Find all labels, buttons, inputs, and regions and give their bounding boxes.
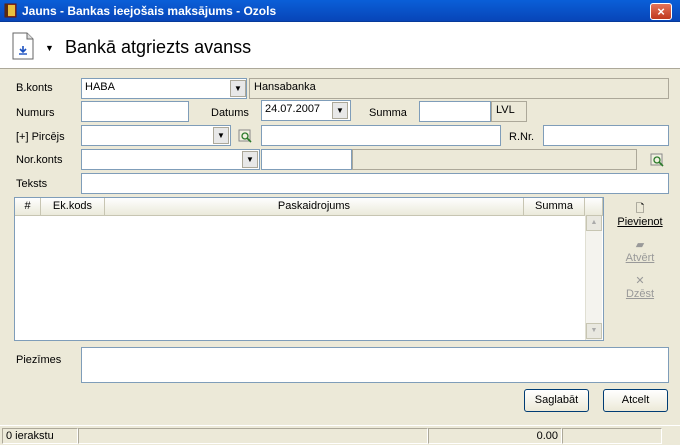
pircejs-label: [+] Pircējs xyxy=(16,131,65,143)
teksts-label: Teksts xyxy=(16,178,48,190)
open-line-button[interactable]: ▰ Atvērt xyxy=(610,238,670,264)
scroll-down-icon[interactable]: ▼ xyxy=(586,323,602,339)
numurs-label: Numurs xyxy=(16,107,55,119)
app-book-icon xyxy=(4,3,17,18)
rnr-label: R.Nr. xyxy=(509,131,535,143)
header-menu-arrow[interactable]: ▼ xyxy=(45,43,54,53)
norkonts-label: Nor.konts xyxy=(16,154,63,166)
record-count: 0 ierakstu xyxy=(2,428,78,444)
add-line-label: Pievienot xyxy=(617,216,663,228)
column-header-number[interactable]: # xyxy=(15,198,41,216)
cancel-button[interactable]: Atcelt xyxy=(603,389,668,412)
add-line-button[interactable]: 🗋 Pievienot xyxy=(610,202,670,228)
summa-label: Summa xyxy=(369,107,407,119)
window-title: Jauns - Bankas ieejošais maksājums - Ozo… xyxy=(22,4,277,18)
lines-grid[interactable]: # Ek.kods Paskaidrojums Summa xyxy=(14,197,604,341)
status-panel-empty-2 xyxy=(562,428,662,444)
pircejs-select[interactable] xyxy=(81,125,231,146)
column-header-ekkods[interactable]: Ek.kods xyxy=(41,198,105,216)
save-button[interactable]: Saglabāt xyxy=(524,389,589,412)
grid-scrollbar[interactable]: ▲ ▼ xyxy=(585,215,602,340)
chevron-down-icon[interactable]: ▼ xyxy=(230,80,246,97)
piezimes-label: Piezīmes xyxy=(16,354,62,366)
bkonts-select[interactable]: HABA xyxy=(81,78,247,99)
piezimes-textarea[interactable] xyxy=(81,347,669,383)
pircejs-name-input[interactable] xyxy=(261,125,501,146)
delete-line-button[interactable]: ✕ Dzēst xyxy=(610,274,670,300)
rnr-input[interactable] xyxy=(543,125,669,146)
column-header-paskaidrojums[interactable]: Paskaidrojums xyxy=(105,198,524,216)
status-bar: 0 ierakstu 0.00 xyxy=(0,425,680,445)
lookup-icon[interactable] xyxy=(238,129,253,144)
status-panel-empty xyxy=(78,428,428,444)
close-button[interactable]: × xyxy=(650,3,672,20)
page-title: Bankā atgriezts avanss xyxy=(65,37,252,57)
bkonts-label: B.konts xyxy=(16,82,53,94)
delete-line-label: Dzēst xyxy=(625,288,655,300)
bkonts-bank-name: Hansabanka xyxy=(249,78,669,99)
delete-x-icon: ✕ xyxy=(635,275,645,287)
norkonts-select[interactable] xyxy=(81,149,260,170)
open-folder-icon: ▰ xyxy=(635,239,645,251)
scroll-up-icon[interactable]: ▲ xyxy=(586,215,602,231)
numurs-input[interactable] xyxy=(81,101,189,122)
norkonts-name xyxy=(352,149,637,170)
new-page-icon: 🗋 xyxy=(635,203,645,215)
chevron-down-icon[interactable]: ▼ xyxy=(242,151,258,168)
open-line-label: Atvērt xyxy=(625,252,655,264)
column-header-blank xyxy=(585,198,603,216)
currency-label: LVL xyxy=(491,101,527,122)
status-total: 0.00 xyxy=(428,428,562,444)
summa-input[interactable] xyxy=(419,101,491,122)
column-header-summa[interactable]: Summa xyxy=(524,198,585,216)
datums-label: Datums xyxy=(211,107,249,119)
chevron-down-icon[interactable]: ▼ xyxy=(213,127,229,144)
document-icon xyxy=(12,32,34,60)
calendar-dropdown-icon[interactable]: ▼ xyxy=(332,102,348,119)
norkonts-code-input[interactable] xyxy=(261,149,352,170)
teksts-input[interactable] xyxy=(81,173,669,194)
lookup-icon[interactable] xyxy=(650,153,665,168)
